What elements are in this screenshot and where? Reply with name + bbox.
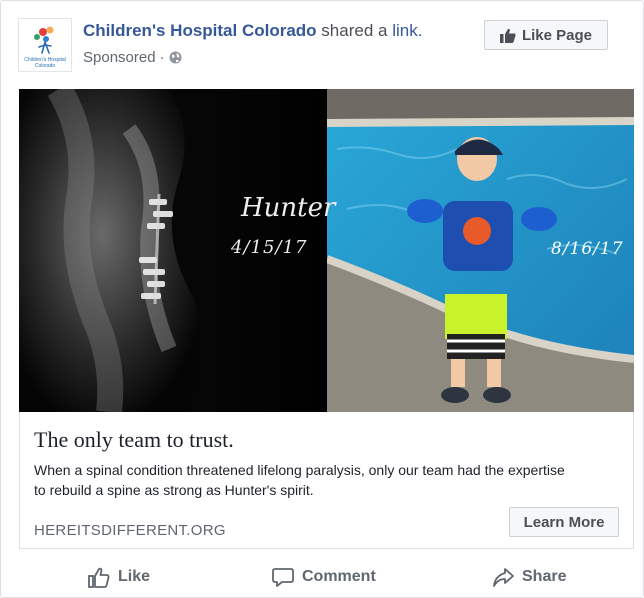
globe-icon [169, 51, 182, 64]
post-headline: Children's Hospital Colorado shared a li… [83, 21, 422, 41]
link-headline[interactable]: The only team to trust. [34, 427, 234, 453]
page-avatar[interactable]: Children's Hospital Colorado [18, 18, 72, 72]
media-date-right: 8/16/17 [551, 239, 624, 259]
thumbs-up-icon [499, 28, 516, 43]
like-page-label: Like Page [521, 26, 593, 44]
comment-icon [272, 567, 294, 587]
shared-link-word[interactable]: link. [392, 21, 422, 40]
post-action-bar: Like Comment Share [1, 557, 643, 597]
ad-image[interactable]: Hunter 4/15/17 8/16/17 [19, 89, 634, 412]
post-meta: Sponsored · [83, 49, 182, 66]
link-preview[interactable]: The only team to trust. When a spinal co… [19, 412, 634, 549]
like-action-label: Like [118, 568, 151, 585]
like-page-button[interactable]: Like Page [484, 20, 608, 50]
page-name-link[interactable]: Children's Hospital Colorado [83, 21, 317, 40]
like-action-button[interactable]: Like [88, 561, 150, 593]
comment-action-button[interactable]: Comment [272, 561, 376, 593]
media-title-text: Hunter [241, 193, 336, 223]
post-header: Children's Hospital Colorado Children's … [1, 1, 643, 81]
link-description: When a spinal condition threatened lifel… [34, 462, 565, 498]
share-action-label: Share [522, 568, 567, 585]
comment-action-label: Comment [302, 568, 376, 585]
meta-separator: · [159, 49, 165, 66]
link-domain: HEREITSDIFFERENT.ORG [34, 522, 226, 539]
shared-text: shared a [321, 21, 388, 40]
sponsored-label[interactable]: Sponsored [83, 49, 156, 66]
avatar-label-line2: Colorado [34, 63, 56, 69]
share-icon [493, 567, 514, 587]
learn-more-button[interactable]: Learn More [509, 507, 619, 537]
share-action-button[interactable]: Share [492, 561, 566, 593]
media-date-left: 4/15/17 [231, 237, 308, 258]
thumbs-up-icon [88, 567, 110, 588]
sponsored-post-card: Children's Hospital Colorado Children's … [0, 0, 644, 598]
